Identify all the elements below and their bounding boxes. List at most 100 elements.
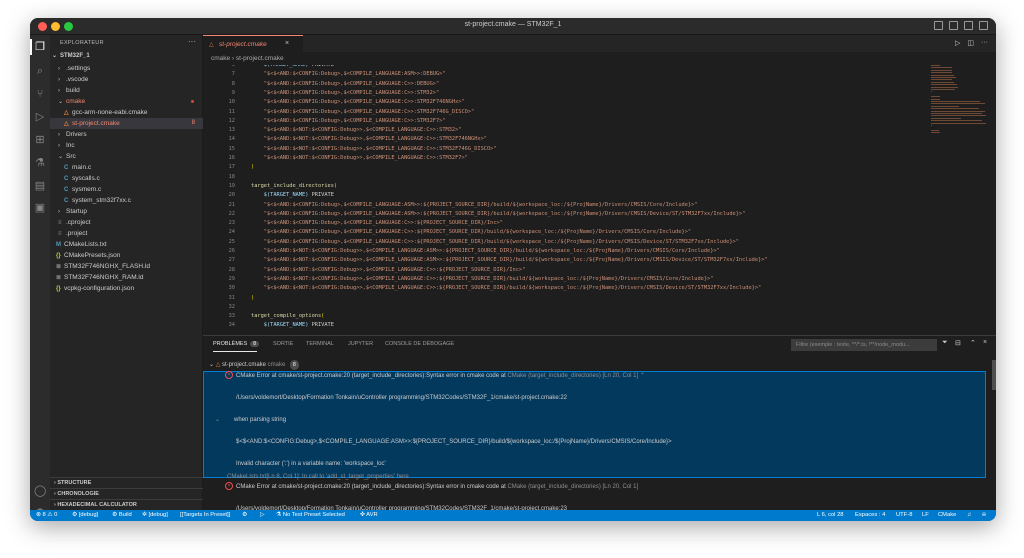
- debug-target-status[interactable]: ✲ [debug]: [142, 510, 168, 521]
- code-line[interactable]: 10 "$<$<AND:$<CONFIG:Debug>,$<COMPILE_LA…: [203, 98, 923, 107]
- notifications-icon[interactable]: ♫: [967, 510, 971, 521]
- minimap[interactable]: [931, 65, 986, 155]
- code-line[interactable]: 20 $(TARGET_NAME) PRIVATE: [203, 191, 923, 200]
- code-line[interactable]: 29 "$<$<AND:$<NOT:$<CONFIG:Debug>>,$<COM…: [203, 275, 923, 284]
- code-line[interactable]: 32: [203, 303, 923, 312]
- tree-item-project[interactable]: ≡ .project: [50, 228, 203, 239]
- code-line[interactable]: 31): [203, 294, 923, 303]
- files-icon[interactable]: ❐: [34, 41, 46, 53]
- problem-row[interactable]: × CMake Error at cmake/st-project.cmake:2…: [203, 371, 986, 381]
- breadcrumb[interactable]: cmake › st-project.cmake: [211, 55, 284, 62]
- close-tab-icon[interactable]: ×: [285, 40, 289, 47]
- customize-layout-icon[interactable]: [979, 21, 988, 30]
- build-button[interactable]: ⚙ Build: [112, 510, 132, 521]
- source-control-icon[interactable]: ⑂: [34, 88, 46, 100]
- code-line[interactable]: 8 "$<$<AND:$<CONFIG:Debug>,$<COMPILE_LAN…: [203, 80, 923, 89]
- account-icon[interactable]: ◯: [34, 485, 46, 497]
- search-icon[interactable]: ⌕: [34, 65, 46, 77]
- tab-output[interactable]: SORTIE: [273, 341, 293, 347]
- problem-row[interactable]: × CMake Error at cmake/st-project.cmake:2…: [203, 482, 986, 492]
- code-line[interactable]: 30 "$<$<AND:$<NOT:$<CONFIG:Debug>>,$<COM…: [203, 284, 923, 293]
- split-editor-icon[interactable]: ◫: [967, 39, 974, 47]
- tree-item-ram-ld[interactable]: ≣ STM32F746NGHX_RAM.ld: [50, 272, 203, 283]
- testing-icon[interactable]: ⚗: [34, 157, 46, 169]
- bell-icon[interactable]: ⍾: [982, 510, 986, 521]
- tree-item-flash-ld[interactable]: ≣ STM32F746NGHX_FLASH.ld: [50, 261, 203, 272]
- run-icon[interactable]: ▷: [955, 39, 960, 47]
- tree-item-src[interactable]: ⌄ Src: [50, 151, 203, 162]
- code-line[interactable]: 24 "$<$<AND:$<CONFIG:Debug>,$<COMPILE_LA…: [203, 228, 923, 237]
- code-line[interactable]: 14 "$<$<AND:$<NOT:$<CONFIG:Debug>>,$<COM…: [203, 135, 923, 144]
- tree-item-main-c[interactable]: Cmain.c: [50, 162, 203, 173]
- tree-item-system-stm32-c[interactable]: Csystem_stm32f7xx.c: [50, 195, 203, 206]
- maximize-panel-icon[interactable]: ⌃: [970, 339, 976, 347]
- code-line[interactable]: 33 target_compile_options(: [203, 312, 923, 321]
- problems-file-group[interactable]: ⌄ △ st-project.cmake cmake 8: [203, 360, 986, 370]
- test-preset-status[interactable]: ⚗ No Test Preset Selected: [276, 510, 345, 521]
- section-structure[interactable]: › STRUCTURE: [50, 477, 203, 488]
- tree-item-syscalls-c[interactable]: Csyscalls.c: [50, 173, 203, 184]
- tree-item-inc[interactable]: › Inc: [50, 140, 203, 151]
- more-actions-icon[interactable]: ···: [981, 39, 988, 47]
- section-chronologie[interactable]: › CHRONOLOGIE: [50, 488, 203, 499]
- code-line[interactable]: 23 "$<$<AND:$<CONFIG:Debug>,$<COMPILE_LA…: [203, 219, 923, 228]
- more-actions-icon[interactable]: ···: [188, 37, 196, 46]
- workspace-root[interactable]: ⌄ STM32F_1: [50, 51, 203, 62]
- tree-item-drivers[interactable]: › Drivers: [50, 129, 203, 140]
- problems-status[interactable]: ⊗ 8 ⚠ 0: [36, 510, 57, 521]
- problems-filter-input[interactable]: Filtre (exemple : texte, **/*.ts, !**/no…: [791, 339, 937, 351]
- code-line[interactable]: 16 "$<$<AND:$<NOT:$<CONFIG:Debug>>,$<COM…: [203, 154, 923, 163]
- panel-scrollbar[interactable]: [992, 360, 996, 390]
- cursor-position[interactable]: L 6, col 28: [817, 510, 844, 521]
- tab-debug-console[interactable]: CONSOLE DE DÉBOGAGE: [385, 341, 454, 347]
- tree-item-vscode[interactable]: › .vscode: [50, 74, 203, 85]
- run-debug-icon[interactable]: ▷: [34, 111, 46, 123]
- run-icon[interactable]: ▷: [260, 510, 264, 521]
- indentation-status[interactable]: Espaces : 4: [855, 510, 885, 521]
- code-line[interactable]: 34 $(TARGET_NAME) PRIVATE: [203, 321, 923, 330]
- tree-item-vcpkg-json[interactable]: {} vcpkg-configuration.json: [50, 283, 203, 294]
- close-panel-icon[interactable]: ×: [983, 339, 987, 346]
- filter-icon[interactable]: ⏷: [942, 339, 948, 347]
- code-line[interactable]: 19 target_include_directories(: [203, 182, 923, 191]
- tree-item-gcc-cmake[interactable]: △ gcc-arm-none-eabi.cmake: [50, 107, 203, 118]
- code-line[interactable]: 18: [203, 173, 923, 182]
- extensions-icon[interactable]: ⊞: [34, 134, 46, 146]
- tree-item-cmakelists[interactable]: M CMakeLists.txt: [50, 239, 203, 250]
- code-line[interactable]: 17): [203, 163, 923, 172]
- toggle-secondary-sidebar-icon[interactable]: [964, 21, 973, 30]
- code-line[interactable]: 9 "$<$<AND:$<CONFIG:Debug>,$<COMPILE_LAN…: [203, 89, 923, 98]
- tree-item-settings[interactable]: › .settings: [50, 63, 203, 74]
- tab-st-project-cmake[interactable]: △ st-project.cmake ×: [203, 35, 303, 52]
- language-mode[interactable]: CMake: [938, 510, 956, 521]
- debug-config-status[interactable]: ⚙ [debug]: [72, 510, 98, 521]
- related-info-link[interactable]: CMakeLists.txt[Ln 8, Col 1]: In call to …: [203, 472, 986, 482]
- code-line[interactable]: 15 "$<$<AND:$<NOT:$<CONFIG:Debug>>,$<COM…: [203, 145, 923, 154]
- tab-jupyter[interactable]: JUPYTER: [348, 341, 373, 347]
- encoding-status[interactable]: UTF-8: [896, 510, 912, 521]
- avr-status[interactable]: ✜ AVR: [360, 510, 378, 521]
- code-line[interactable]: 13 "$<$<AND:$<NOT:$<CONFIG:Debug>>,$<COM…: [203, 126, 923, 135]
- code-line[interactable]: 28 "$<$<AND:$<NOT:$<CONFIG:Debug>>,$<COM…: [203, 266, 923, 275]
- code-line[interactable]: 25 "$<$<AND:$<CONFIG:Debug>,$<COMPILE_LA…: [203, 238, 923, 247]
- tab-terminal[interactable]: TERMINAL: [306, 341, 334, 347]
- code-line[interactable]: 11 "$<$<AND:$<CONFIG:Debug>,$<COMPILE_LA…: [203, 108, 923, 117]
- toggle-sidebar-icon[interactable]: [934, 21, 943, 30]
- section-hex-calculator[interactable]: › HEXADECIMAL CALCULATOR: [50, 499, 203, 510]
- tree-item-startup[interactable]: › Startup: [50, 206, 203, 217]
- tree-item-cmakepresets[interactable]: {} CMakePresets.json: [50, 250, 203, 261]
- targets-preset-status[interactable]: [[Targets In Preset]]: [180, 510, 230, 521]
- tree-item-build[interactable]: › build: [50, 85, 203, 96]
- code-editor[interactable]: 6 $(TARGET_NAME) PRIVATE 7 "$<$<AND:$<CON…: [203, 65, 923, 335]
- chevron-up-icon[interactable]: ⌃: [640, 373, 645, 379]
- code-line[interactable]: 27 "$<$<AND:$<NOT:$<CONFIG:Debug>>,$<COM…: [203, 256, 923, 265]
- code-line[interactable]: 22 "$<$<AND:$<CONFIG:Debug>,$<COMPILE_LA…: [203, 210, 923, 219]
- notebook-icon[interactable]: ▤: [34, 180, 46, 192]
- code-line[interactable]: 12 "$<$<AND:$<CONFIG:Debug>,$<COMPILE_LA…: [203, 117, 923, 126]
- collapse-all-icon[interactable]: ⊟: [955, 339, 961, 347]
- tree-item-cproject[interactable]: ≡ .cproject: [50, 217, 203, 228]
- toggle-panel-icon[interactable]: [949, 21, 958, 30]
- tree-item-sysmem-c[interactable]: Csysmem.c: [50, 184, 203, 195]
- debug-icon[interactable]: ⚙: [242, 510, 247, 521]
- code-line[interactable]: 21 "$<$<AND:$<CONFIG:Debug>,$<COMPILE_LA…: [203, 201, 923, 210]
